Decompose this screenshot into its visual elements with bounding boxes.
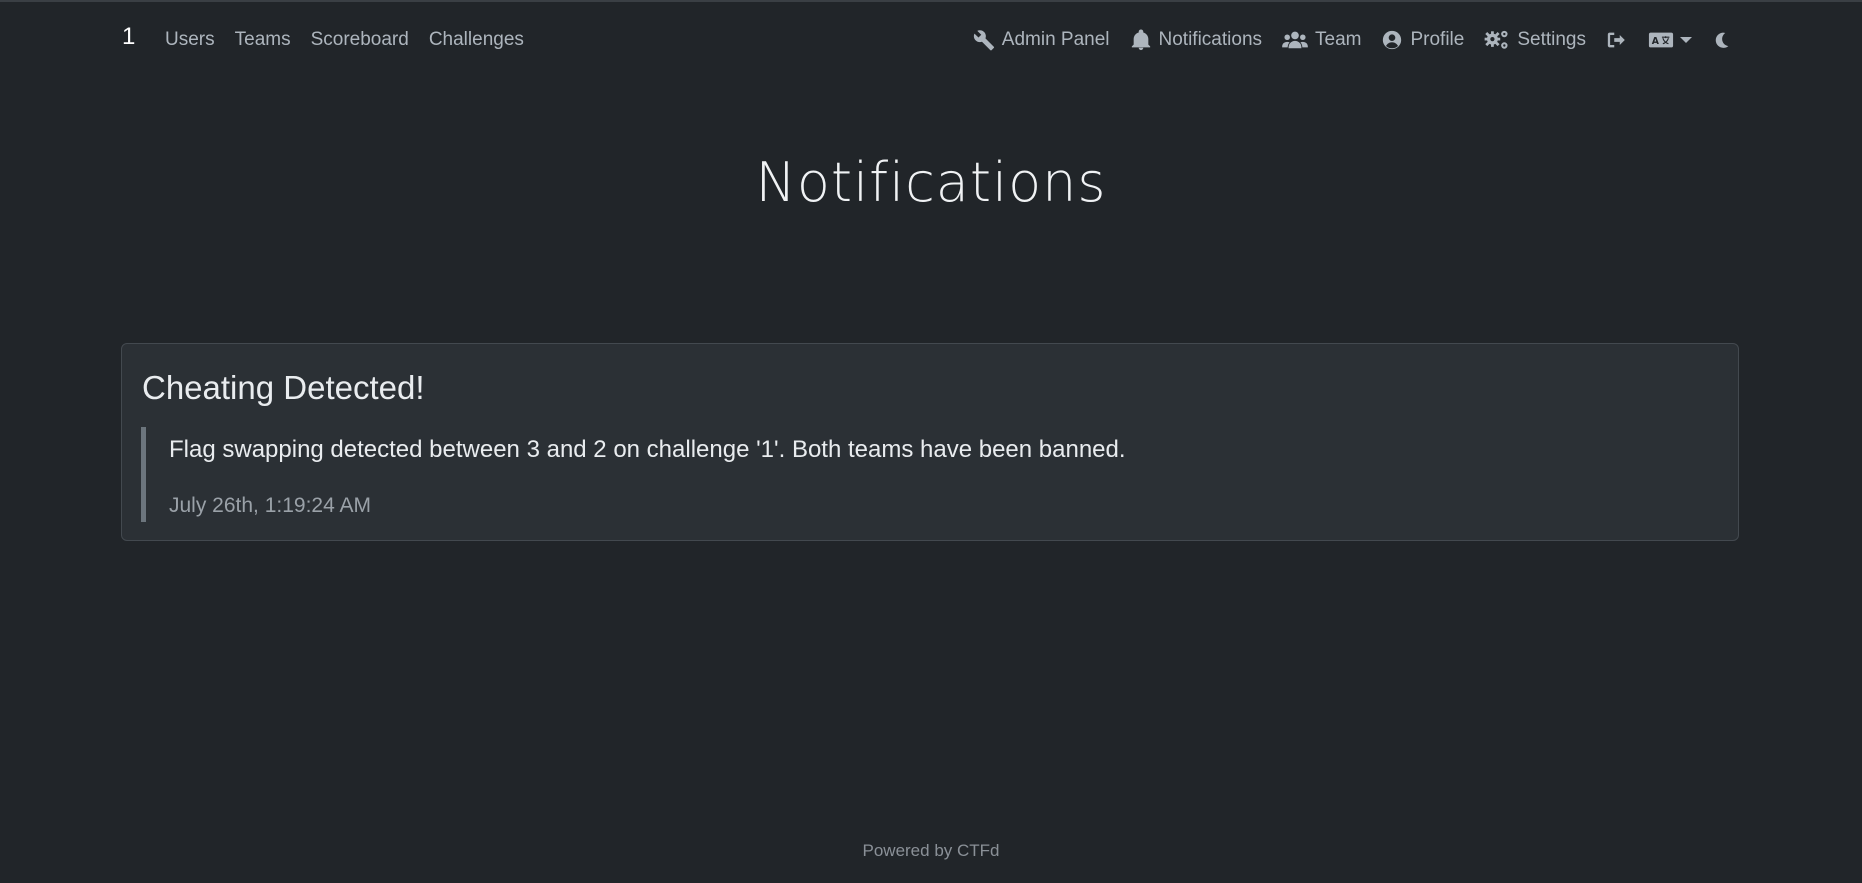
language-dropdown[interactable]: A xyxy=(1638,29,1702,51)
nav-right: Admin Panel Notifications Team Profile S… xyxy=(963,26,1740,54)
navbar: 1 Users Teams Scoreboard Challenges Admi… xyxy=(0,2,1862,74)
logout-button[interactable] xyxy=(1596,29,1638,51)
nav-left: Users Teams Scoreboard Challenges xyxy=(165,26,534,54)
nav-label-settings: Settings xyxy=(1517,29,1586,50)
notification-body: Flag swapping detected between 3 and 2 o… xyxy=(169,436,1126,463)
nav-link-admin-panel[interactable]: Admin Panel xyxy=(963,26,1120,54)
nav-link-profile[interactable]: Profile xyxy=(1371,26,1474,54)
nav-label-team: Team xyxy=(1315,29,1362,50)
notification-title: Cheating Detected! xyxy=(142,369,425,406)
nav-link-teams[interactable]: Teams xyxy=(225,26,301,54)
user-circle-icon xyxy=(1381,29,1403,51)
sign-out-icon xyxy=(1606,29,1628,51)
navbar-brand[interactable]: 1 xyxy=(122,22,135,52)
nav-link-notifications[interactable]: Notifications xyxy=(1120,26,1273,54)
notification-date: July 26th, 1:19:24 AM xyxy=(169,494,371,517)
nav-label-notifications: Notifications xyxy=(1158,29,1263,50)
language-icon: A xyxy=(1648,29,1674,51)
wrench-icon xyxy=(973,29,995,51)
nav-link-team[interactable]: Team xyxy=(1272,26,1371,54)
nav-label-profile: Profile xyxy=(1410,29,1465,50)
notification-blockquote: Flag swapping detected between 3 and 2 o… xyxy=(141,427,1701,522)
page-title: Notifications xyxy=(755,151,1107,214)
footer-powered-by[interactable]: Powered by CTFd xyxy=(0,840,1862,862)
theme-toggle[interactable] xyxy=(1702,29,1740,51)
moon-icon xyxy=(1712,29,1730,51)
users-icon xyxy=(1282,29,1308,51)
notification-card: Cheating Detected! Flag swapping detecte… xyxy=(121,343,1739,541)
bell-icon xyxy=(1130,29,1152,51)
nav-link-users[interactable]: Users xyxy=(165,26,225,54)
nav-link-settings[interactable]: Settings xyxy=(1474,26,1596,54)
chevron-down-icon xyxy=(1680,37,1692,43)
nav-label-admin-panel: Admin Panel xyxy=(1001,29,1110,50)
cogs-icon xyxy=(1484,29,1510,51)
nav-link-scoreboard[interactable]: Scoreboard xyxy=(301,26,419,54)
nav-link-challenges[interactable]: Challenges xyxy=(419,26,534,54)
svg-text:A: A xyxy=(1652,36,1660,47)
